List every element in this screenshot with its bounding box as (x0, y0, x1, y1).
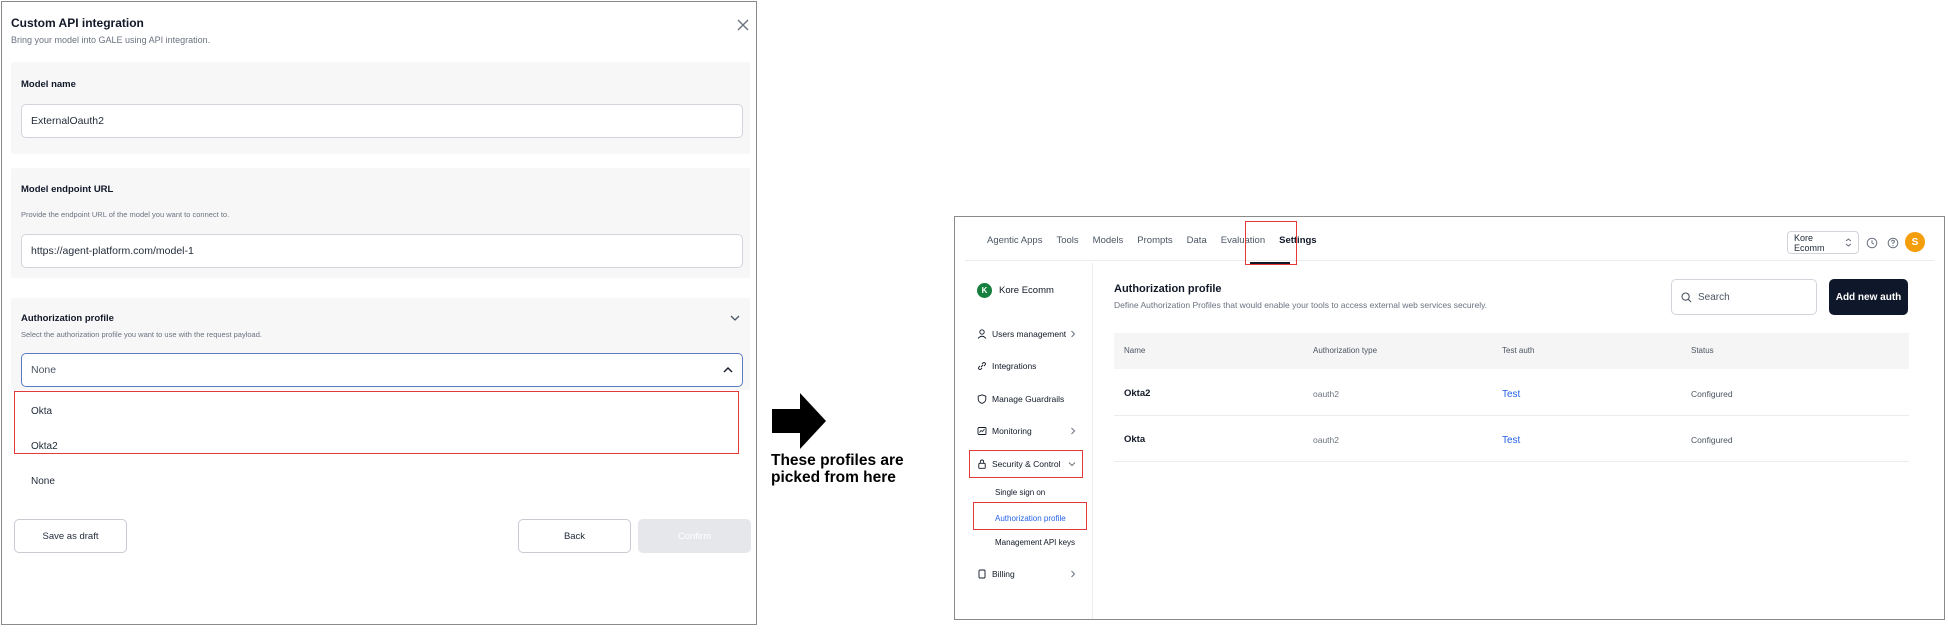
save-as-draft-button[interactable]: Save as draft (14, 519, 127, 553)
confirm-button[interactable]: Confirm (638, 519, 751, 553)
workspace-name: Kore Ecomm (1794, 232, 1825, 253)
chevron-right-icon (1071, 330, 1076, 338)
sidebar-subitem-management-api-keys[interactable]: Management API keys (995, 538, 1075, 547)
link-icon (978, 362, 986, 370)
brand-name: Kore Ecomm (999, 285, 1054, 296)
tab-prompts[interactable]: Prompts (1137, 235, 1172, 246)
auth-profile-help: Select the authorization profile you wan… (21, 330, 262, 339)
add-new-auth-button[interactable]: Add new auth (1829, 279, 1908, 315)
endpoint-section: Model endpoint URL Provide the endpoint … (11, 168, 750, 278)
row-divider (1114, 415, 1909, 416)
settings-screen: Agentic Apps Tools Models Prompts Data E… (954, 216, 1945, 620)
auth-profile-section: Authorization profile Select the authori… (11, 298, 750, 390)
sidebar-subitem-single-sign-on[interactable]: Single sign on (995, 488, 1045, 497)
dropdown-option-none[interactable]: None (31, 476, 55, 487)
endpoint-help: Provide the endpoint URL of the model yo… (21, 210, 230, 219)
chevron-updown-icon (1845, 238, 1852, 247)
tab-agentic-apps[interactable]: Agentic Apps (987, 235, 1042, 246)
sidebar-item-label: Users management (992, 329, 1067, 339)
tab-tools[interactable]: Tools (1056, 235, 1078, 246)
sidebar-item-manage-guardrails[interactable]: Manage Guardrails (977, 394, 1081, 404)
modal-subtitle: Bring your model into GALE using API int… (11, 35, 211, 45)
sidebar-item-label: Monitoring (992, 426, 1032, 436)
avatar[interactable]: S (1905, 232, 1925, 252)
chevron-down-icon[interactable] (730, 314, 740, 322)
right-arrow-icon (772, 393, 826, 449)
user-icon (977, 329, 987, 339)
chevron-right-icon (1071, 570, 1076, 578)
model-name-section: Model name ExternalOauth2 (11, 62, 750, 154)
help-icon[interactable] (1887, 237, 1899, 249)
tab-models[interactable]: Models (1093, 235, 1124, 246)
sidebar-item-label: Integrations (992, 361, 1037, 371)
content-subtitle: Define Authorization Profiles that would… (1114, 300, 1488, 310)
highlight-authorization-profile (973, 502, 1087, 530)
brand-logo: K (977, 283, 992, 298)
column-header-status: Status (1691, 346, 1714, 355)
row-divider (1114, 461, 1909, 462)
search-placeholder: Search (1698, 291, 1730, 303)
sidebar-item-monitoring[interactable]: Monitoring (977, 426, 1081, 436)
search-input[interactable]: Search (1671, 279, 1817, 315)
history-icon[interactable] (1866, 237, 1878, 249)
close-icon[interactable] (736, 18, 750, 32)
highlight-dropdown-options (14, 391, 739, 454)
annotation-text: These profiles are picked from here (771, 452, 904, 486)
endpoint-label: Model endpoint URL (21, 184, 114, 195)
chevron-right-icon (1071, 427, 1076, 435)
row-status: Configured (1691, 435, 1733, 445)
auth-profile-selected: None (31, 364, 57, 376)
sidebar-item-label: Billing (992, 569, 1015, 579)
endpoint-input[interactable]: https://agent-platform.com/model-1 (21, 234, 743, 268)
test-auth-link[interactable]: Test (1502, 435, 1520, 446)
row-name: Okta2 (1124, 388, 1151, 399)
auth-profile-select[interactable]: None (21, 353, 743, 387)
auth-profile-label: Authorization profile (21, 313, 114, 324)
test-auth-link[interactable]: Test (1502, 389, 1520, 400)
content-title: Authorization profile (1114, 283, 1222, 295)
sidebar-item-users-management[interactable]: Users management (977, 329, 1081, 339)
search-icon (1681, 291, 1692, 302)
nav-divider (965, 260, 1934, 261)
chevron-up-icon (723, 367, 733, 373)
column-header-name: Name (1124, 346, 1146, 355)
workspace-select[interactable]: Kore Ecomm (1787, 231, 1859, 254)
model-name-input[interactable]: ExternalOauth2 (21, 104, 743, 138)
row-auth-type: oauth2 (1313, 389, 1339, 399)
modal-title: Custom API integration (11, 16, 144, 30)
row-status: Configured (1691, 389, 1733, 399)
column-header-authorization-type: Authorization type (1313, 346, 1378, 355)
model-name-value: ExternalOauth2 (31, 115, 104, 127)
shield-icon (977, 394, 987, 404)
table-header: Name Authorization type Test auth Status (1114, 333, 1909, 369)
column-header-test-auth: Test auth (1502, 346, 1535, 355)
tab-data[interactable]: Data (1187, 235, 1207, 246)
sidebar-item-integrations[interactable]: Integrations (977, 361, 1081, 371)
billing-icon (978, 569, 986, 579)
row-auth-type: oauth2 (1313, 435, 1339, 445)
back-button[interactable]: Back (518, 519, 631, 553)
highlight-settings-tab (1245, 221, 1297, 265)
row-name: Okta (1124, 434, 1146, 445)
model-name-label: Model name (21, 79, 76, 90)
sidebar-item-label: Manage Guardrails (992, 394, 1065, 404)
monitor-icon (977, 427, 987, 435)
endpoint-value: https://agent-platform.com/model-1 (31, 245, 194, 257)
highlight-security-control (969, 450, 1083, 478)
custom-api-integration-modal: Custom API integration Bring your model … (1, 1, 757, 625)
sidebar-divider (1092, 263, 1093, 619)
sidebar-item-billing[interactable]: Billing (977, 569, 1081, 579)
sidebar-brand: K Kore Ecomm (977, 283, 1054, 298)
